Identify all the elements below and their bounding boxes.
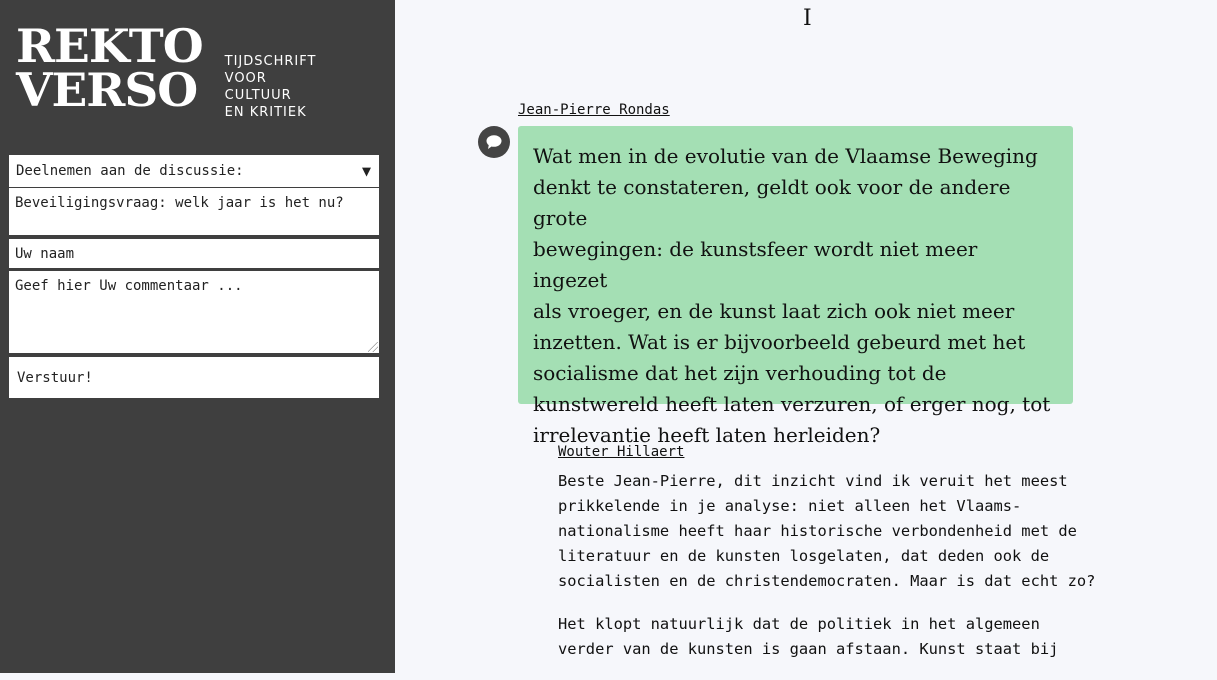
- resize-handle-icon[interactable]: [368, 342, 378, 352]
- reply-line: Beste Jean-Pierre, dit inzicht vind ik v…: [558, 472, 1068, 490]
- logo-line-2: VERSO: [16, 64, 198, 118]
- reply-paragraph: Beste Jean-Pierre, dit inzicht vind ik v…: [558, 469, 1118, 594]
- comment-line: denkt te constateren, geldt ook voor de …: [533, 175, 1011, 230]
- reply-line: verder van de kunsten is gaan afstaan. K…: [558, 640, 1059, 658]
- security-question-placeholder: Beveiligingsvraag: welk jaar is het nu?: [15, 195, 344, 211]
- logo-tagline-line: CULTUUR: [224, 88, 292, 103]
- submit-button-label: Verstuur!: [17, 369, 93, 386]
- reply-line: literatuur en de kunsten losgelaten, dat…: [558, 547, 1050, 565]
- reply-line: nationalisme heeft haar historische verb…: [558, 522, 1077, 540]
- reply-author-link[interactable]: Wouter Hillaert: [558, 444, 684, 460]
- speech-bubble-icon: [478, 126, 510, 158]
- comment-form: Deelnemen aan de discussie: ▼ Beveiligin…: [9, 155, 379, 398]
- logo-tagline-line: TIJDSCHRIFT: [224, 54, 317, 69]
- comment-line: Wat men in de evolutie van de Vlaamse Be…: [533, 144, 1038, 168]
- comment-line: bewegingen: de kunstsfeer wordt niet mee…: [533, 237, 978, 292]
- comment-textarea[interactable]: Geef hier Uw commentaar ...: [9, 271, 379, 353]
- comment-line: als vroeger, en de kunst laat zich ook n…: [533, 299, 1015, 323]
- highlighted-comment: Wat men in de evolutie van de Vlaamse Be…: [518, 126, 1073, 447]
- logo-tagline-line: EN KRITIEK: [224, 105, 307, 120]
- logo-tagline-line: VOOR: [224, 71, 267, 86]
- discussion-select[interactable]: Deelnemen aan de discussie: ▼: [9, 155, 379, 187]
- name-placeholder: Uw naam: [15, 245, 75, 262]
- reply-paragraph: Het klopt natuurlijk dat de politiek in …: [558, 612, 1118, 662]
- comment-author-link[interactable]: Jean-Pierre Rondas: [518, 102, 670, 118]
- submit-button[interactable]: Verstuur!: [9, 357, 379, 398]
- sidebar: REKTO VERSO TIJDSCHRIFT VOOR CULTUUR EN …: [0, 0, 395, 673]
- comment-placeholder: Geef hier Uw commentaar ...: [15, 278, 243, 294]
- name-field[interactable]: Uw naam: [9, 239, 379, 268]
- text-cursor-icon: I: [803, 6, 812, 31]
- site-logo[interactable]: REKTO VERSO TIJDSCHRIFT VOOR CULTUUR EN …: [16, 24, 316, 121]
- reply-line: socialisten en de christendemocraten. Ma…: [558, 572, 1096, 590]
- comment-line: inzetten. Wat is er bijvoorbeeld gebeurd…: [533, 330, 1026, 354]
- reply-body: Beste Jean-Pierre, dit inzicht vind ik v…: [558, 469, 1118, 680]
- logo-tagline: TIJDSCHRIFT VOOR CULTUUR EN KRITIEK: [225, 53, 317, 121]
- dropdown-arrow-icon: ▼: [361, 162, 371, 180]
- discussion-select-value: Deelnemen aan de discussie:: [16, 163, 244, 179]
- logo-wordmark: REKTO VERSO: [16, 19, 204, 118]
- comment-line: socialisme dat het zijn verhouding tot d…: [533, 361, 947, 385]
- comment-line: kunstwereld heeft laten verzuren, of erg…: [533, 392, 1051, 416]
- reply-line: prikkelende in je analyse: niet alleen h…: [558, 497, 1022, 515]
- security-question-field[interactable]: Beveiligingsvraag: welk jaar is het nu?: [9, 188, 379, 235]
- logo-line-1: REKTO: [16, 19, 204, 74]
- reply-line: Het klopt natuurlijk dat de politiek in …: [558, 615, 1040, 633]
